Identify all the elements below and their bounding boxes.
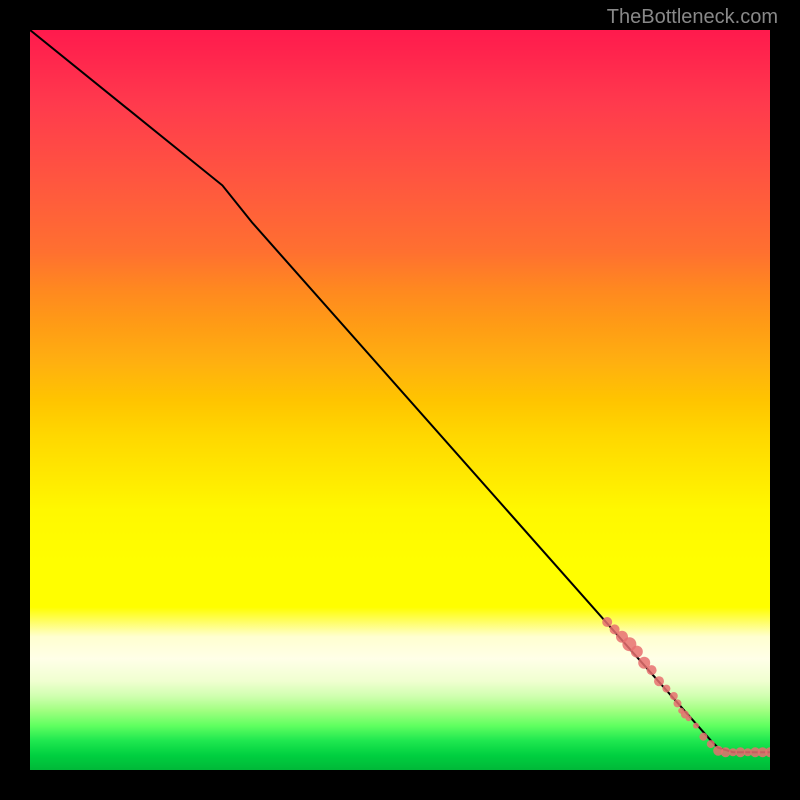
scatter-point [602, 617, 612, 627]
curve-line [30, 30, 770, 752]
scatter-point [670, 692, 678, 700]
scatter-point [647, 665, 657, 675]
scatter-point [707, 740, 715, 748]
watermark-label: TheBottleneck.com [607, 6, 778, 29]
scatter-series [602, 617, 770, 757]
scatter-point [674, 699, 682, 707]
scatter-point [631, 646, 643, 658]
scatter-point [686, 715, 692, 721]
chart-area [30, 30, 770, 770]
line-series [30, 30, 770, 752]
scatter-point [699, 733, 707, 741]
chart-overlay [30, 30, 770, 770]
scatter-point [662, 685, 670, 693]
scatter-point [654, 676, 664, 686]
scatter-point [693, 723, 699, 729]
